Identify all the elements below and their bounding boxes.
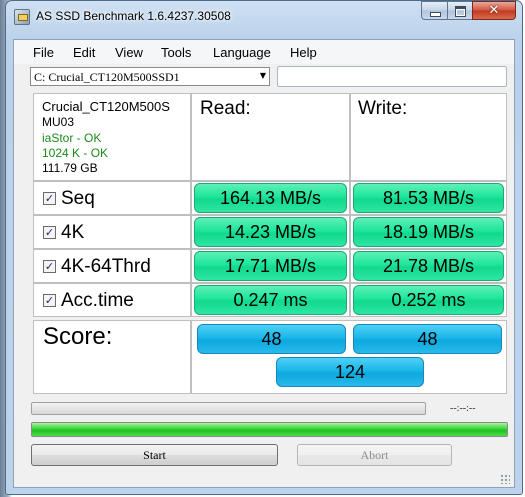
menu-language[interactable]: Language: [213, 45, 271, 60]
score-label-cell: Score:: [33, 320, 191, 394]
drive-info-panel: Crucial_CT120M500S MU03 iaStor - OK 1024…: [33, 93, 191, 181]
seq-read-result: 164.13 MB/s: [194, 183, 347, 213]
score-label: Score:: [43, 323, 113, 350]
caption-buttons: [421, 1, 516, 21]
total-score: 124: [276, 357, 424, 387]
4k-64thrd-write-cell: 21.78 MB/s: [350, 249, 507, 283]
drive-capacity: 111.79 GB: [42, 161, 98, 175]
acc-time-label: Acc.time: [61, 290, 134, 311]
4k-read-result: 14.23 MB/s: [194, 217, 347, 247]
time-readout: --:--:--: [450, 403, 476, 414]
client-area: File Edit View Tools Language Help C: Cr…: [13, 39, 515, 488]
menu-help[interactable]: Help: [290, 45, 317, 60]
app-window: AS SSD Benchmark 1.6.4237.30508 File Edi…: [5, 0, 523, 495]
4k-read-cell: 14.23 MB/s: [191, 215, 350, 249]
maximize-button[interactable]: [447, 1, 472, 20]
acc-time-checkbox[interactable]: ✓: [43, 294, 56, 307]
resize-grip-icon[interactable]: [500, 474, 510, 484]
start-button[interactable]: Start: [31, 444, 278, 466]
alignment-status: 1024 K - OK: [42, 146, 109, 160]
drive-model: Crucial_CT120M500S: [42, 99, 170, 114]
menu-bar: File Edit View Tools Language Help: [14, 40, 514, 64]
4k-write-cell: 18.19 MB/s: [350, 215, 507, 249]
row-label-cell: ✓ 4K-64Thrd: [33, 249, 191, 283]
row-label-cell: ✓ Seq: [33, 181, 191, 215]
4k-write-result: 18.19 MB/s: [353, 217, 504, 247]
4k-64thrd-label: 4K-64Thrd: [61, 256, 151, 277]
acc-time-write-cell: 0.252 ms: [350, 283, 507, 317]
acc-time-read-cell: 0.247 ms: [191, 283, 350, 317]
test-progress-bar: [31, 402, 426, 415]
4k-64thrd-read-result: 17.71 MB/s: [194, 251, 347, 281]
write-score: 48: [353, 324, 502, 354]
app-icon[interactable]: [14, 9, 30, 25]
seq-write-cell: 81.53 MB/s: [350, 181, 507, 215]
seq-checkbox[interactable]: ✓: [43, 192, 56, 205]
seq-read-cell: 164.13 MB/s: [191, 181, 350, 215]
drive-select-value: C: Crucial_CT120M500SSD1: [34, 70, 180, 84]
4k-64thrd-checkbox[interactable]: ✓: [43, 260, 56, 273]
4k-checkbox[interactable]: ✓: [43, 226, 56, 239]
menu-view[interactable]: View: [115, 45, 143, 60]
acc-time-read-result: 0.247 ms: [194, 285, 347, 315]
seq-label: Seq: [61, 188, 95, 209]
row-label-cell: ✓ Acc.time: [33, 283, 191, 317]
drive-select[interactable]: C: Crucial_CT120M500SSD1 ▼: [30, 67, 270, 86]
close-button[interactable]: [472, 1, 516, 20]
4k-64thrd-write-result: 21.78 MB/s: [353, 251, 504, 281]
score-panel: 48 48 124: [191, 320, 507, 394]
abort-button[interactable]: Abort: [297, 444, 452, 466]
total-progress-fill: [32, 423, 507, 436]
title-bar[interactable]: AS SSD Benchmark 1.6.4237.30508: [6, 1, 522, 33]
read-header-panel: Read:: [191, 93, 350, 181]
info-field[interactable]: [277, 66, 507, 87]
4k-label: 4K: [61, 222, 85, 243]
acc-time-write-result: 0.252 ms: [353, 285, 504, 315]
seq-write-result: 81.53 MB/s: [353, 183, 504, 213]
driver-status: iaStor - OK: [42, 131, 102, 145]
menu-file[interactable]: File: [33, 45, 54, 60]
write-header-panel: Write:: [350, 93, 507, 181]
drive-firmware: MU03: [42, 115, 75, 129]
window-title: AS SSD Benchmark 1.6.4237.30508: [36, 9, 231, 23]
4k-64thrd-read-cell: 17.71 MB/s: [191, 249, 350, 283]
read-score: 48: [197, 324, 346, 354]
menu-edit[interactable]: Edit: [73, 45, 95, 60]
read-column-header: Read:: [200, 98, 251, 119]
minimize-button[interactable]: [421, 1, 447, 20]
chevron-down-icon[interactable]: ▼: [260, 71, 266, 80]
row-label-cell: ✓ 4K: [33, 215, 191, 249]
total-progress-bar: [31, 422, 508, 437]
write-column-header: Write:: [358, 98, 408, 119]
menu-tools[interactable]: Tools: [161, 45, 191, 60]
